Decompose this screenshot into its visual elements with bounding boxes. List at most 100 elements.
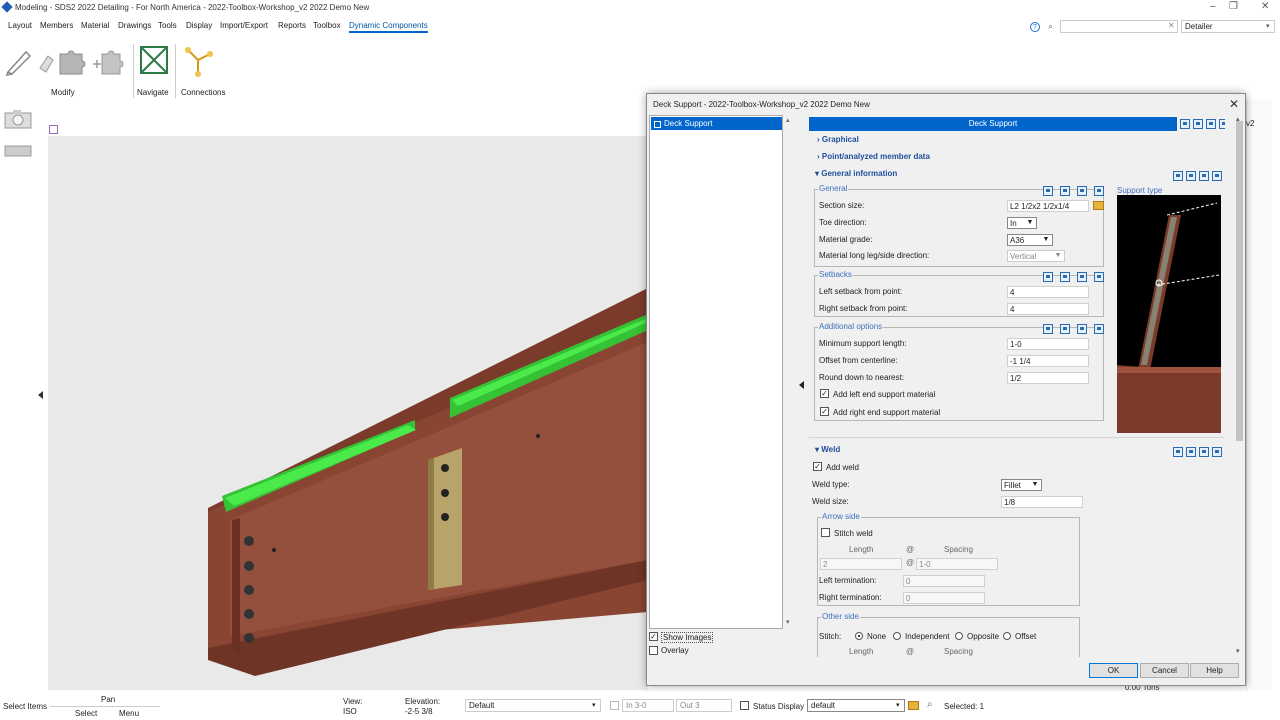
overlay-checkbox[interactable] [649, 646, 658, 655]
toe-direction-select[interactable]: In ▼ [1007, 217, 1037, 229]
menu-drawings[interactable]: Drawings [118, 21, 151, 30]
dialog-close-button[interactable]: ✕ [1229, 97, 1239, 111]
settings-scrollbar[interactable] [1235, 115, 1244, 656]
paste-icon[interactable] [1060, 186, 1070, 196]
paste-icon[interactable] [1186, 171, 1196, 181]
copy-icon[interactable] [1173, 447, 1183, 457]
round-down-input[interactable]: 1/2 [1007, 372, 1089, 384]
open-file-icon[interactable] [1199, 447, 1209, 457]
section-size-input[interactable]: L2 1/2x2 1/2x1/4 [1007, 200, 1089, 212]
stitch-independent-radio[interactable] [893, 632, 901, 640]
open-file-icon[interactable] [1206, 119, 1216, 129]
open-file-icon[interactable] [1077, 186, 1087, 196]
keyboard-icon[interactable] [3, 143, 33, 159]
arrow-left-term-input[interactable]: 0 [903, 575, 985, 587]
tree-item-deck-support[interactable]: Deck Support [651, 117, 782, 130]
menu-import-export[interactable]: Import/Export [220, 21, 268, 30]
menu-members[interactable]: Members [40, 21, 73, 30]
add-weld-checkbox[interactable]: ✓ [813, 462, 822, 471]
open-file-icon[interactable] [1199, 171, 1209, 181]
in-depth-input[interactable]: In 3-0 [622, 699, 674, 712]
cancel-button[interactable]: Cancel [1140, 663, 1189, 678]
left-setback-input[interactable]: 4 [1007, 286, 1089, 298]
add-right-support-checkbox[interactable]: ✓ [820, 407, 829, 416]
section-weld[interactable]: ▾ Weld [815, 445, 840, 454]
weld-size-input[interactable]: 1/8 [1001, 496, 1083, 508]
puzzle-move-icon[interactable] [92, 48, 126, 76]
paste-icon[interactable] [1060, 324, 1070, 334]
scroll-up-icon[interactable]: ▴ [1236, 115, 1240, 123]
paste-icon[interactable] [1193, 119, 1203, 129]
camera-icon[interactable] [3, 108, 33, 130]
open-folder-icon[interactable] [908, 701, 919, 710]
menu-display[interactable]: Display [186, 21, 212, 30]
collapse-left-icon[interactable] [38, 391, 43, 399]
status-display-select[interactable]: default ▾ [807, 699, 905, 712]
save-icon[interactable] [1212, 171, 1222, 181]
browse-folder-icon[interactable] [1093, 201, 1104, 210]
arrow-length-input[interactable]: 2 [820, 558, 902, 570]
minimize-button[interactable]: – [1210, 1, 1216, 12]
help-button[interactable]: Help [1190, 663, 1239, 678]
save-icon[interactable] [1094, 186, 1104, 196]
material-grade-select[interactable]: A36 ▼ [1007, 234, 1053, 246]
add-left-support-checkbox[interactable]: ✓ [820, 389, 829, 398]
default-select[interactable]: Default ▾ [465, 699, 601, 712]
depth-checkbox[interactable] [610, 701, 619, 710]
copy-icon[interactable] [1043, 272, 1053, 282]
ok-button[interactable]: OK [1089, 663, 1138, 678]
min-length-input[interactable]: 1-0 [1007, 338, 1089, 350]
weld-type-select[interactable]: Fillet ▼ [1001, 479, 1042, 491]
arrow-right-term-input[interactable]: 0 [903, 592, 985, 604]
save-icon[interactable] [1219, 119, 1225, 129]
pencil-icon[interactable] [4, 46, 34, 76]
search-clear-icon[interactable]: ✕ [1168, 21, 1175, 30]
menu-toolbox[interactable]: Toolbox [313, 21, 341, 30]
save-icon[interactable] [1094, 272, 1104, 282]
puzzle-piece-icon[interactable] [56, 48, 90, 76]
copy-icon[interactable] [1043, 186, 1053, 196]
status-display-checkbox[interactable] [740, 701, 749, 710]
selection-search-icon[interactable]: ⌕ [927, 699, 933, 710]
menu-reports[interactable]: Reports [278, 21, 306, 30]
stitch-offset-radio[interactable] [1003, 632, 1011, 640]
long-leg-select[interactable]: Vertical ▼ [1007, 250, 1065, 262]
stitch-opposite-radio[interactable] [955, 632, 963, 640]
menu-dynamic-components[interactable]: Dynamic Components [349, 21, 428, 33]
model-viewport[interactable] [48, 136, 648, 690]
section-graphical[interactable]: › Graphical [817, 135, 859, 144]
save-icon[interactable] [1094, 324, 1104, 334]
stitch-none-radio[interactable] [855, 632, 863, 640]
role-select[interactable]: Detailer ▾ [1181, 20, 1275, 33]
copy-icon[interactable] [1043, 324, 1053, 334]
right-setback-input[interactable]: 4 [1007, 303, 1089, 315]
navigate-icon[interactable] [138, 44, 170, 76]
connections-icon[interactable] [182, 44, 216, 78]
menu-material[interactable]: Material [81, 21, 109, 30]
help-icon[interactable]: ? [1030, 22, 1040, 32]
open-file-icon[interactable] [1077, 272, 1087, 282]
copy-icon[interactable] [1180, 119, 1190, 129]
paste-icon[interactable] [1186, 447, 1196, 457]
restore-button[interactable]: ❐ [1229, 1, 1238, 12]
arrow-stitch-checkbox[interactable] [821, 528, 830, 537]
offset-input[interactable]: -1 1/4 [1007, 355, 1089, 367]
close-window-button[interactable]: ✕ [1261, 1, 1269, 12]
scroll-up-icon[interactable]: ▴ [786, 116, 790, 124]
scroll-down-icon[interactable]: ▾ [786, 618, 790, 626]
out-depth-input[interactable]: Out 3 [676, 699, 732, 712]
scroll-thumb[interactable] [1236, 121, 1243, 441]
view-mode-icon[interactable] [49, 125, 58, 134]
open-file-icon[interactable] [1077, 324, 1087, 334]
scroll-down-icon[interactable]: ▾ [1236, 647, 1240, 655]
arrow-spacing-input[interactable]: 1-0 [916, 558, 998, 570]
copy-icon[interactable] [1173, 171, 1183, 181]
save-icon[interactable] [1212, 447, 1222, 457]
show-images-checkbox[interactable]: ✓ [649, 632, 658, 641]
menu-tools[interactable]: Tools [158, 21, 177, 30]
eraser-icon[interactable] [36, 46, 56, 76]
menu-layout[interactable]: Layout [8, 21, 32, 30]
collapse-tree-icon[interactable] [799, 381, 804, 389]
section-point-data[interactable]: › Point/analyzed member data [817, 152, 930, 161]
search-input[interactable] [1060, 20, 1178, 33]
